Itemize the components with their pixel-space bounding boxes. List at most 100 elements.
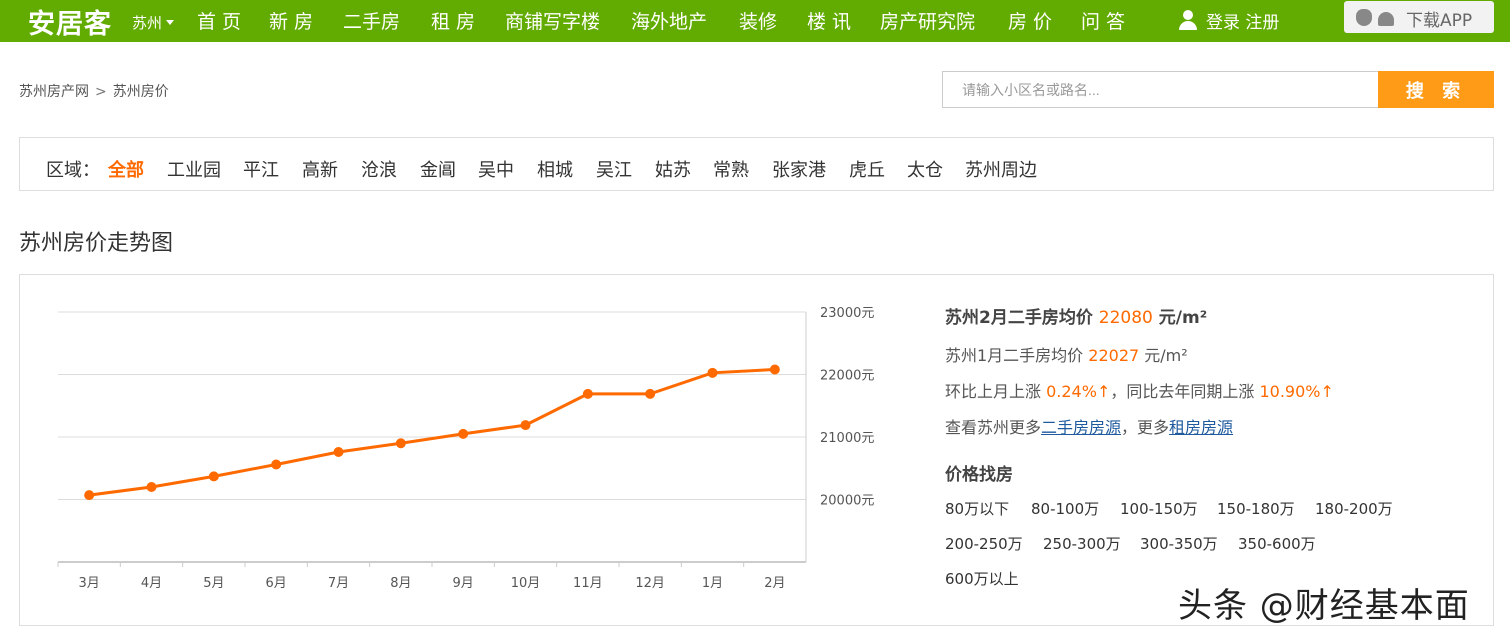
login-label: 登录 注册 (1206, 13, 1280, 33)
region-wujiang[interactable]: 吴江 (596, 156, 632, 182)
nav-second-hand[interactable]: 二手房 (343, 7, 400, 34)
yoy-value: 10.90% (1259, 382, 1321, 401)
nav-overseas[interactable]: 海外地产 (631, 7, 707, 34)
previous-price-line: 苏州1月二手房均价 22027 元/m² (945, 342, 1188, 366)
data-point (645, 388, 656, 399)
mom-value: 0.24% (1046, 382, 1097, 401)
nav-prices[interactable]: 房 价 (1008, 7, 1052, 34)
x-tick-label: 2月 (764, 576, 785, 591)
top-nav-bar: 安居客 苏州 首 页 新 房 二手房 租 房 商铺写字楼 海外地产 装修 楼 讯… (0, 0, 1510, 42)
x-tick-label: 3月 (79, 576, 100, 591)
price-search-title: 价格找房 (945, 465, 1013, 485)
more-prefix: 查看苏州更多 (945, 418, 1042, 437)
more-mid: ，更多 (1121, 418, 1170, 437)
search-button[interactable]: 搜 索 (1378, 71, 1494, 108)
arrow-up-icon: ↑ (1320, 382, 1334, 401)
breadcrumb-home[interactable]: 苏州房产网 (19, 84, 89, 100)
x-tick-label: 10月 (511, 576, 541, 591)
watermark: 头条 @财经基本面 (1178, 586, 1470, 626)
y-tick-label: 20000元 (820, 494, 874, 509)
x-tick-label: 9月 (453, 576, 474, 591)
region-taicang[interactable]: 太仓 (907, 156, 943, 182)
region-all[interactable]: 全部 (108, 156, 144, 182)
data-point (458, 428, 469, 439)
breadcrumb-separator: > (95, 84, 107, 100)
data-point (208, 471, 219, 482)
price-range-link[interactable]: 600万以上 (945, 568, 1019, 589)
data-point (582, 388, 593, 399)
region-zhangjiagang[interactable]: 张家港 (772, 156, 826, 182)
nav-commercial[interactable]: 商铺写字楼 (505, 7, 600, 34)
price-range-link[interactable]: 80-100万 (1031, 498, 1099, 519)
chevron-down-icon (166, 20, 175, 25)
change-line: 环比上月上涨 0.24%↑，同比去年同期上涨 10.90%↑ (945, 378, 1334, 402)
download-app-label: 下载APP (1406, 11, 1473, 31)
previous-price-prefix: 苏州1月二手房均价 (945, 346, 1084, 365)
city-selector[interactable]: 苏州 (132, 12, 175, 33)
region-industrial-park[interactable]: 工业园 (167, 156, 221, 182)
price-range-link[interactable]: 80万以下 (945, 498, 1009, 519)
current-price-unit: 元/m² (1158, 308, 1208, 328)
region-huqiu[interactable]: 虎丘 (849, 156, 885, 182)
city-label: 苏州 (132, 14, 163, 32)
login-register-link[interactable]: 登录 注册 (1178, 8, 1279, 33)
nav-new-homes[interactable]: 新 房 (269, 7, 313, 34)
price-range-link[interactable]: 350-600万 (1238, 533, 1316, 554)
region-jinchang[interactable]: 金阊 (420, 156, 456, 182)
breadcrumb: 苏州房产网 > 苏州房价 (19, 81, 169, 101)
data-point (707, 367, 718, 378)
price-range-link[interactable]: 150-180万 (1217, 498, 1295, 519)
arrow-up-icon: ↑ (1096, 382, 1111, 401)
x-tick-label: 6月 (266, 576, 287, 591)
previous-price-unit: 元/m² (1144, 346, 1188, 365)
x-tick-label: 8月 (390, 576, 411, 591)
region-suzhou-surroundings[interactable]: 苏州周边 (965, 156, 1037, 182)
y-tick-label: 21000元 (820, 431, 874, 446)
series-line (88, 368, 775, 497)
data-point (333, 447, 344, 457)
x-tick-label: 7月 (328, 576, 349, 591)
nav-research[interactable]: 房产研究院 (880, 7, 975, 34)
data-point (395, 438, 406, 449)
price-range-link[interactable]: 180-200万 (1315, 498, 1393, 519)
data-point (146, 482, 157, 492)
x-tick-label: 12月 (635, 576, 665, 591)
mom-prefix: 环比上月上涨 (945, 382, 1042, 401)
region-xiangcheng[interactable]: 相城 (537, 156, 573, 182)
region-pingjiang[interactable]: 平江 (243, 156, 279, 182)
android-icon (1378, 12, 1394, 26)
region-gusu[interactable]: 姑苏 (655, 156, 691, 182)
region-changshu[interactable]: 常熟 (713, 156, 749, 182)
more-listings-line: 查看苏州更多二手房房源，更多租房房源 (945, 414, 1233, 438)
nav-rent[interactable]: 租 房 (431, 7, 475, 34)
data-point (84, 490, 95, 501)
y-tick-label: 22000元 (820, 369, 874, 384)
data-point (769, 364, 780, 375)
rental-listings-link[interactable]: 租房房源 (1169, 418, 1233, 437)
nav-home[interactable]: 首 页 (197, 7, 241, 34)
search-input[interactable] (942, 71, 1379, 108)
price-range-link[interactable]: 300-350万 (1140, 533, 1218, 554)
second-hand-listings-link[interactable]: 二手房房源 (1041, 418, 1121, 437)
price-range-link[interactable]: 100-150万 (1120, 498, 1198, 519)
download-app-button[interactable]: 下载APP (1344, 1, 1494, 33)
region-canglang[interactable]: 沧浪 (361, 156, 397, 182)
nav-news[interactable]: 楼 讯 (807, 7, 851, 34)
breadcrumb-current[interactable]: 苏州房价 (113, 84, 169, 100)
price-range-link[interactable]: 250-300万 (1043, 533, 1121, 554)
y-tick-label: 23000元 (820, 306, 874, 321)
region-wuzhong[interactable]: 吴中 (478, 156, 514, 182)
x-tick-label: 5月 (203, 576, 224, 591)
region-filter-label: 区域： (46, 160, 100, 181)
nav-decoration[interactable]: 装修 (739, 7, 777, 34)
price-range-link[interactable]: 200-250万 (945, 533, 1023, 554)
site-logo[interactable]: 安居客 (28, 2, 112, 41)
x-tick-label: 4月 (141, 576, 162, 591)
yoy-prefix: ，同比去年同期上涨 (1110, 382, 1255, 401)
region-gaoxin[interactable]: 高新 (302, 156, 338, 182)
region-filter: 区域： 全部 工业园 平江 高新 沧浪 金阊 吴中 相城 吴江 姑苏 常熟 张家… (19, 137, 1494, 191)
nav-qa[interactable]: 问 答 (1081, 7, 1125, 34)
current-price-prefix: 苏州2月二手房均价 (945, 308, 1093, 328)
user-icon (1178, 10, 1198, 32)
previous-price-value: 22027 (1088, 346, 1140, 365)
